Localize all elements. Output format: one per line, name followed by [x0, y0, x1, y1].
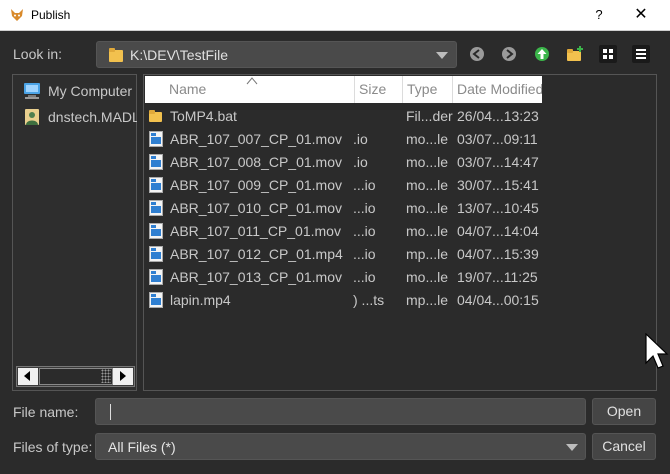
file-size: ...io [353, 269, 376, 285]
file-list: Name Size Type Date Modified ToMP4.bat F… [143, 74, 657, 391]
sidebar-item-label: dnstech.MADL [48, 109, 137, 125]
detail-view-icon[interactable] [631, 44, 651, 64]
file-row[interactable]: ABR_107_009_CP_01.mov ...io mo...le 30/0… [145, 174, 542, 197]
file-name: ABR_107_010_CP_01.mov [170, 200, 343, 216]
title-bar: Publish ? ✕ [0, 0, 670, 31]
forward-arrow-icon[interactable] [499, 44, 519, 64]
file-name: ABR_107_013_CP_01.mov [170, 269, 343, 285]
file-row[interactable]: ABR_107_008_CP_01.mov .io mo...le 03/07.… [145, 151, 542, 174]
scroll-right-button[interactable] [113, 368, 133, 385]
file-type: Fil...der [406, 108, 453, 124]
file-date: 04/04...00:15 [457, 292, 539, 308]
column-header-size[interactable]: Size [355, 76, 403, 103]
video-file-icon [149, 200, 163, 216]
file-name: ABR_107_008_CP_01.mov [170, 154, 343, 170]
file-size: ...io [353, 177, 376, 193]
column-header-date-modified[interactable]: Date Modified [453, 76, 542, 103]
files-of-type-label: Files of type: [13, 439, 93, 455]
file-type: mp...le [406, 292, 449, 308]
look-in-combobox[interactable]: K:\DEV\TestFile [96, 41, 457, 68]
file-name: ABR_107_011_CP_01.mov [170, 223, 341, 239]
video-file-icon [149, 246, 163, 262]
file-name: ABR_107_012_CP_01.mp4 [170, 246, 343, 262]
column-header-type[interactable]: Type [403, 76, 453, 103]
file-row[interactable]: lapin.mp4 ) ...ts mp...le 04/04...00:15 [145, 289, 542, 312]
open-button[interactable]: Open [592, 398, 656, 425]
file-type: mo...le [406, 269, 449, 285]
file-date: 03/07...14:47 [457, 154, 539, 170]
files-of-type-combobox[interactable]: All Files (*) [95, 433, 586, 460]
file-row[interactable]: ABR_107_010_CP_01.mov ...io mo...le 13/0… [145, 197, 542, 220]
file-row[interactable]: ABR_107_012_CP_01.mp4 ...io mp...le 04/0… [145, 243, 542, 266]
folder-icon [149, 110, 162, 122]
current-path: K:\DEV\TestFile [130, 47, 229, 63]
file-type: mo...le [406, 200, 449, 216]
file-date: 19/07...11:25 [457, 269, 538, 285]
file-type: mo...le [406, 223, 449, 239]
video-file-icon [149, 223, 163, 239]
file-type: mo...le [406, 131, 449, 147]
file-row[interactable]: ABR_107_013_CP_01.mov ...io mo...le 19/0… [145, 266, 542, 289]
video-file-icon [149, 131, 163, 147]
video-file-icon [149, 154, 163, 170]
sidebar: My Computer dnstech.MADL [12, 74, 137, 391]
computer-icon [24, 83, 40, 99]
file-list-header: Name Size Type Date Modified [145, 76, 542, 103]
scroll-left-button[interactable] [18, 368, 38, 385]
file-row[interactable]: ABR_107_007_CP_01.mov .io mo...le 03/07.… [145, 128, 542, 151]
file-name-label: File name: [13, 404, 79, 420]
file-name: lapin.mp4 [170, 292, 231, 308]
help-button[interactable]: ? [586, 4, 612, 26]
icon-view-icon[interactable] [598, 44, 618, 64]
app-logo-icon [11, 9, 23, 21]
file-size: ...io [353, 200, 376, 216]
window-title: Publish [31, 8, 71, 22]
file-name: ABR_107_009_CP_01.mov [170, 177, 343, 193]
file-date: 04/07...14:04 [457, 223, 539, 239]
chevron-down-icon [436, 52, 448, 59]
file-date: 04/07...15:39 [457, 246, 539, 262]
sidebar-horizontal-scrollbar[interactable] [16, 366, 135, 387]
file-size: .io [353, 131, 368, 147]
parent-directory-icon[interactable] [532, 44, 552, 64]
file-name: ToMP4.bat [170, 108, 237, 124]
sidebar-item-user-folder[interactable]: dnstech.MADL [19, 107, 137, 127]
video-file-icon [149, 177, 163, 193]
back-arrow-icon[interactable] [467, 44, 487, 64]
file-row[interactable]: ToMP4.bat Fil...der 26/04...13:23 [145, 105, 542, 128]
look-in-label: Look in: [13, 46, 63, 62]
file-date: 26/04...13:23 [457, 108, 539, 124]
video-file-icon [149, 292, 163, 308]
file-size: ...io [353, 246, 376, 262]
file-name-input[interactable] [95, 398, 586, 425]
file-size: ...io [353, 223, 376, 239]
file-date: 13/07...10:45 [457, 200, 539, 216]
file-type: mo...le [406, 177, 449, 193]
file-type: mp...le [406, 246, 449, 262]
text-caret [110, 404, 111, 420]
close-button[interactable]: ✕ [626, 4, 656, 26]
video-file-icon [149, 269, 163, 285]
mouse-cursor-icon [645, 333, 669, 369]
chevron-down-icon [566, 444, 578, 451]
sidebar-item-my-computer[interactable]: My Computer [19, 81, 137, 101]
cancel-button[interactable]: Cancel [592, 433, 656, 460]
file-date: 03/07...09:11 [457, 131, 538, 147]
file-row[interactable]: ABR_107_011_CP_01.mov ...io mo...le 04/0… [145, 220, 542, 243]
file-name: ABR_107_007_CP_01.mov [170, 131, 343, 147]
file-date: 30/07...15:41 [457, 177, 539, 193]
file-size: .io [353, 154, 368, 170]
folder-icon [109, 48, 123, 62]
sort-ascending-icon [246, 77, 258, 85]
files-of-type-value: All Files (*) [108, 439, 176, 455]
new-folder-icon[interactable] [565, 44, 585, 64]
scrollbar-grip[interactable] [101, 369, 111, 383]
user-folder-icon [25, 109, 39, 125]
file-type: mo...le [406, 154, 449, 170]
sidebar-item-label: My Computer [48, 83, 133, 99]
file-size: ) ...ts [353, 292, 385, 308]
